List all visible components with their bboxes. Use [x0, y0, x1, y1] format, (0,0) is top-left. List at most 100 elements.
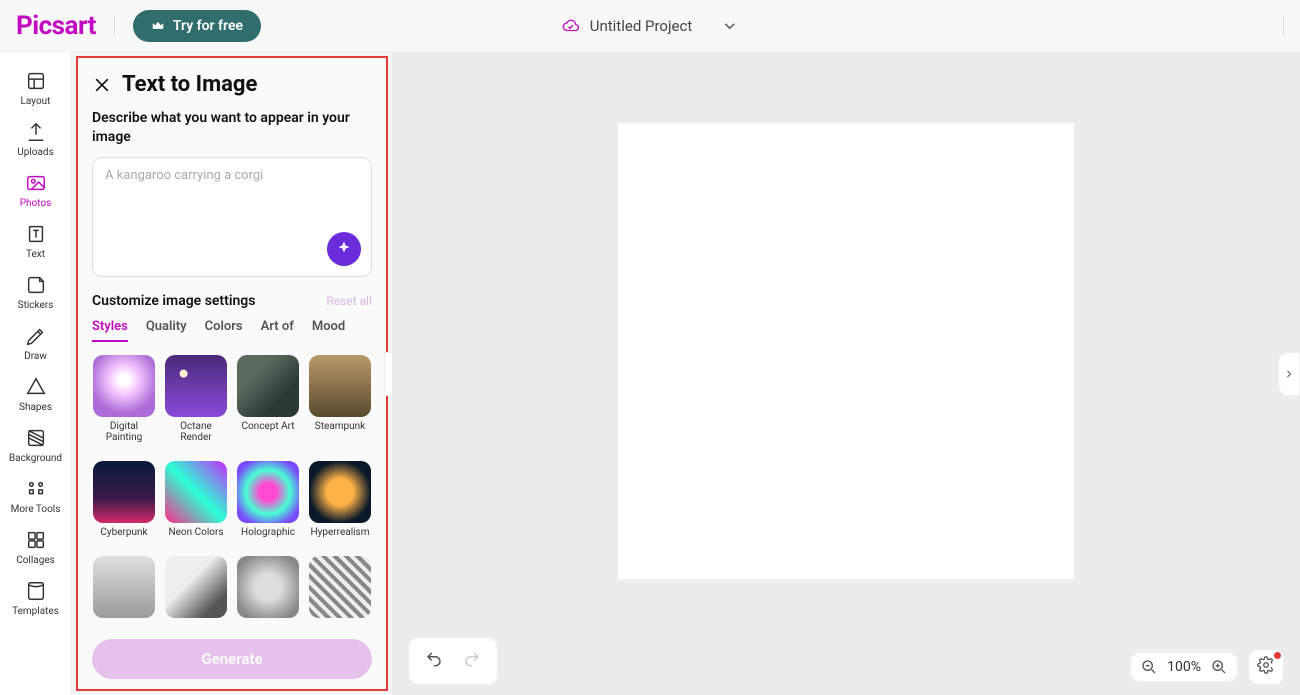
- collages-icon: [25, 529, 47, 551]
- redo-icon: [463, 650, 481, 668]
- moretools-icon: [25, 478, 47, 500]
- style-thumb: [165, 355, 227, 417]
- settings-tabs: Styles Quality Colors Art of Mood: [92, 319, 372, 343]
- rail-item-templates[interactable]: Templates: [6, 576, 66, 621]
- rail-label: Templates: [12, 606, 59, 617]
- prompt-input[interactable]: [105, 168, 359, 238]
- panel-header: Text to Image: [92, 72, 372, 97]
- rail-item-stickers[interactable]: Stickers: [6, 270, 66, 315]
- style-option-concept-art[interactable]: Concept Art: [236, 355, 300, 453]
- style-option-cyberpunk[interactable]: Cyberpunk: [92, 461, 156, 548]
- style-name: Hyperrealism: [310, 527, 369, 539]
- style-option-hyperrealism[interactable]: Hyperrealism: [308, 461, 372, 548]
- rail-item-background[interactable]: Background: [6, 423, 66, 468]
- canvas-area[interactable]: [392, 52, 1300, 695]
- customize-row: Customize image settings Reset all: [92, 293, 372, 309]
- app-body: Layout Uploads Photos Text Stickers Draw Shape…: [0, 52, 1300, 695]
- rail-item-collages[interactable]: Collages: [6, 525, 66, 570]
- rail-label: Stickers: [18, 300, 54, 311]
- layout-icon: [25, 70, 47, 92]
- zoom-out-icon[interactable]: [1141, 659, 1157, 675]
- gear-icon: [1257, 656, 1275, 674]
- text-to-image-panel: Text to Image Describe what you want to …: [76, 56, 388, 691]
- style-option-digital-painting[interactable]: Digital Painting: [92, 355, 156, 453]
- rail-item-draw[interactable]: Draw: [6, 321, 66, 366]
- tab-art-of[interactable]: Art of: [261, 319, 294, 342]
- divider: [1283, 16, 1284, 36]
- templates-icon: [25, 580, 47, 602]
- rail-item-photos[interactable]: Photos: [6, 168, 66, 213]
- style-thumb: [237, 355, 299, 417]
- reset-all-link[interactable]: Reset all: [326, 294, 372, 308]
- tab-styles[interactable]: Styles: [92, 319, 128, 342]
- style-option-steampunk[interactable]: Steampunk: [308, 355, 372, 453]
- settings-button[interactable]: [1248, 649, 1284, 685]
- rail-label: Shapes: [19, 402, 52, 413]
- chevron-right-icon: [1283, 368, 1295, 380]
- style-thumb: [309, 461, 371, 523]
- chevron-down-icon: [720, 17, 738, 35]
- style-thumb: [165, 461, 227, 523]
- rail-item-text[interactable]: Text: [6, 219, 66, 264]
- history-bar: [408, 637, 498, 685]
- rail-item-moretools[interactable]: More Tools: [6, 474, 66, 519]
- style-thumb: [237, 556, 299, 618]
- uploads-icon: [25, 121, 47, 143]
- header: Picsart Try for free Untitled Project: [0, 0, 1300, 52]
- style-option-unnamed[interactable]: [308, 556, 372, 627]
- style-thumb: [93, 355, 155, 417]
- crown-icon: [151, 19, 165, 33]
- tab-colors[interactable]: Colors: [205, 319, 243, 342]
- rail-label: Layout: [21, 96, 51, 107]
- style-thumb: [309, 355, 371, 417]
- rail-label: Collages: [16, 555, 55, 566]
- style-thumb: [93, 556, 155, 618]
- styles-grid: Digital Painting Octane Render Concept Art…: [92, 355, 372, 631]
- logo[interactable]: Picsart: [16, 11, 96, 41]
- tab-quality[interactable]: Quality: [146, 319, 187, 342]
- generate-button[interactable]: Generate: [92, 639, 372, 679]
- style-thumb: [93, 461, 155, 523]
- style-option-unnamed[interactable]: [164, 556, 228, 627]
- customize-label: Customize image settings: [92, 293, 255, 309]
- canvas[interactable]: [618, 123, 1074, 579]
- prompt-box: [92, 157, 372, 277]
- expand-right-panel-button[interactable]: [1278, 352, 1300, 396]
- rail-label: Text: [26, 249, 45, 260]
- sparkle-icon: [336, 241, 352, 257]
- style-option-holographic[interactable]: Holographic: [236, 461, 300, 548]
- rail-item-layout[interactable]: Layout: [6, 66, 66, 111]
- project-title-area[interactable]: Untitled Project: [562, 17, 739, 35]
- style-thumb: [165, 556, 227, 618]
- style-name: Octane Render: [164, 421, 228, 444]
- try-for-free-button[interactable]: Try for free: [133, 10, 261, 42]
- cloud-icon: [562, 17, 580, 35]
- zoom-bar: 100%: [1130, 649, 1284, 685]
- close-icon[interactable]: [92, 75, 112, 95]
- style-name: Cyberpunk: [100, 527, 147, 539]
- rail-label: Draw: [24, 351, 47, 362]
- notification-dot: [1274, 652, 1281, 659]
- magic-prompt-button[interactable]: [327, 232, 361, 266]
- rail-item-uploads[interactable]: Uploads: [6, 117, 66, 162]
- rail-label: More Tools: [11, 504, 61, 515]
- style-option-unnamed[interactable]: [236, 556, 300, 627]
- undo-icon: [425, 650, 443, 668]
- style-option-neon-colors[interactable]: Neon Colors: [164, 461, 228, 548]
- left-toolbar: Layout Uploads Photos Text Stickers Draw Shape…: [0, 52, 72, 695]
- undo-button[interactable]: [421, 646, 447, 676]
- panel-title: Text to Image: [122, 72, 257, 97]
- rail-label: Photos: [20, 198, 52, 209]
- style-option-octane-render[interactable]: Octane Render: [164, 355, 228, 453]
- style-option-unnamed[interactable]: [92, 556, 156, 627]
- tab-mood[interactable]: Mood: [312, 319, 345, 342]
- style-thumb: [309, 556, 371, 618]
- redo-button[interactable]: [459, 646, 485, 676]
- draw-icon: [25, 325, 47, 347]
- zoom-in-icon[interactable]: [1211, 659, 1227, 675]
- photos-icon: [25, 172, 47, 194]
- rail-item-shapes[interactable]: Shapes: [6, 372, 66, 417]
- side-panel-wrap: Text to Image Describe what you want to …: [72, 52, 392, 695]
- zoom-level[interactable]: 100%: [1163, 659, 1205, 675]
- style-name: Neon Colors: [168, 527, 223, 539]
